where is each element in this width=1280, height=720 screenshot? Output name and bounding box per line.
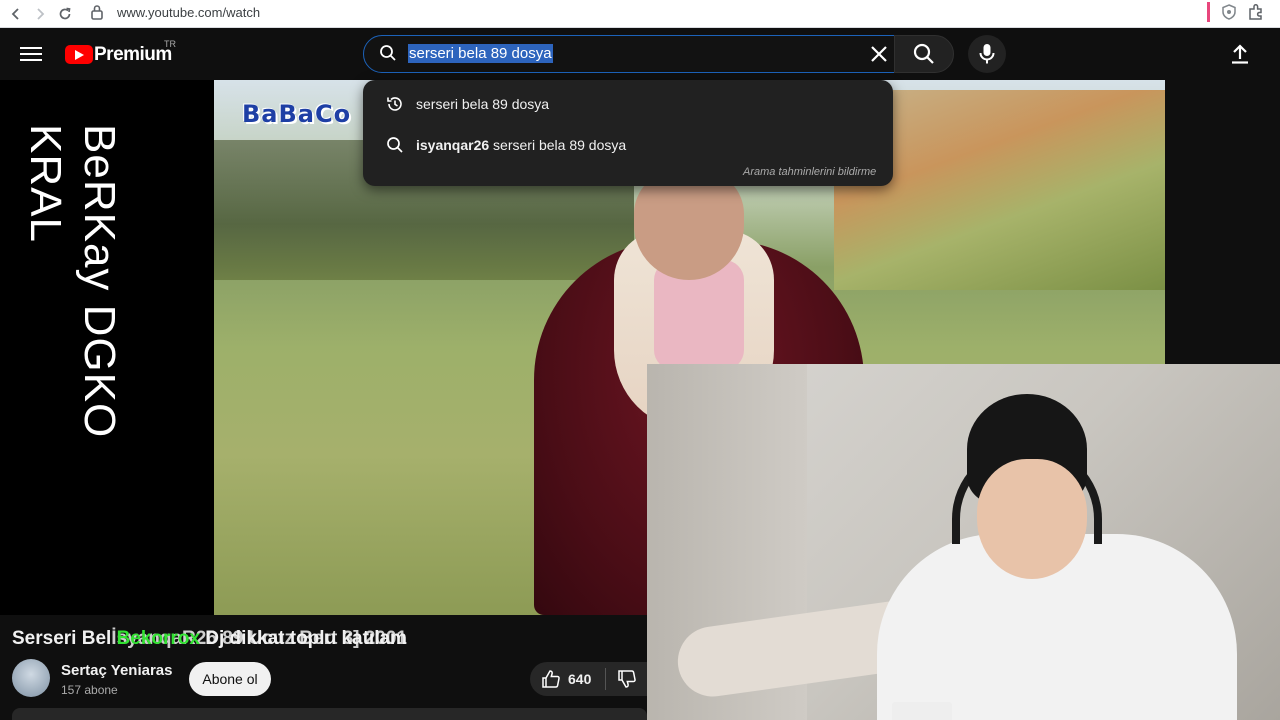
search-suggestions-dropdown: serseri bela 89 dosya isyanqar26 serseri…	[363, 80, 893, 186]
upload-icon[interactable]	[1229, 43, 1251, 70]
channel-name[interactable]: Sertaç Yeniaras	[61, 662, 172, 679]
chat-username: Bekorrox	[116, 628, 200, 649]
like-count: 640	[568, 671, 592, 687]
search-icon	[379, 44, 397, 67]
extensions-icon[interactable]	[1247, 3, 1265, 26]
logo-country-code: TR	[164, 39, 176, 49]
search-icon[interactable]	[913, 43, 935, 70]
stream-side-label: BeRKay DGKO KRAL	[18, 124, 124, 564]
like-divider	[605, 668, 606, 690]
logo-text[interactable]: Premium	[94, 44, 172, 66]
forward-icon[interactable]	[30, 4, 50, 24]
report-predictions-link[interactable]: Arama tahminlerini bildirme	[743, 166, 876, 178]
side-label-text: BeRKay DGKO KRAL	[21, 124, 124, 439]
avatar[interactable]	[12, 659, 50, 697]
video-title-fragment: Serseri Bel	[12, 628, 112, 649]
tab-color-marker	[1207, 2, 1210, 22]
voice-search-button[interactable]	[968, 35, 1006, 73]
video-person-face	[634, 170, 744, 280]
lock-icon[interactable]	[90, 4, 104, 25]
webcam-phone	[892, 702, 952, 720]
webcam-overlay	[647, 364, 1280, 720]
suggestion-text: serseri bela 89 dosya	[416, 96, 550, 112]
back-icon[interactable]	[6, 4, 26, 24]
webcam-person-face	[977, 459, 1087, 579]
subscriber-count: 157 abone	[61, 683, 118, 697]
mic-icon	[979, 44, 995, 64]
search-icon	[386, 136, 404, 159]
shield-icon[interactable]	[1222, 4, 1236, 25]
chat-message: Dj dikkat toplu katılam	[205, 628, 407, 649]
description-box[interactable]	[12, 708, 647, 720]
like-icon[interactable]	[541, 669, 561, 694]
reload-icon[interactable]	[55, 4, 75, 24]
dislike-icon[interactable]	[617, 669, 637, 694]
search-input[interactable]: serseri bela 89 dosya	[408, 44, 553, 63]
suggestion-item[interactable]: isyanqar26 serseri bela 89 dosya	[363, 125, 893, 165]
suggestion-item[interactable]: serseri bela 89 dosya	[363, 84, 893, 124]
video-title-chat-overlay: Serseri Bel İsyanqaR26 89 Ucuz Bert 3] 2…	[12, 628, 407, 650]
menu-icon[interactable]	[20, 44, 42, 64]
play-triangle	[75, 50, 84, 60]
video-watermark: BaBaCo	[242, 100, 352, 128]
subscribe-button[interactable]: Abone ol	[189, 662, 271, 696]
suggestion-text: isyanqar26 serseri bela 89 dosya	[416, 137, 626, 153]
address-bar-url[interactable]: www.youtube.com/watch	[117, 5, 260, 20]
suggestion-rest: serseri bela 89 dosya	[489, 137, 627, 153]
history-icon	[386, 95, 404, 118]
suggestion-bold-part: isyanqar26	[416, 137, 490, 153]
clear-icon[interactable]	[868, 43, 890, 65]
